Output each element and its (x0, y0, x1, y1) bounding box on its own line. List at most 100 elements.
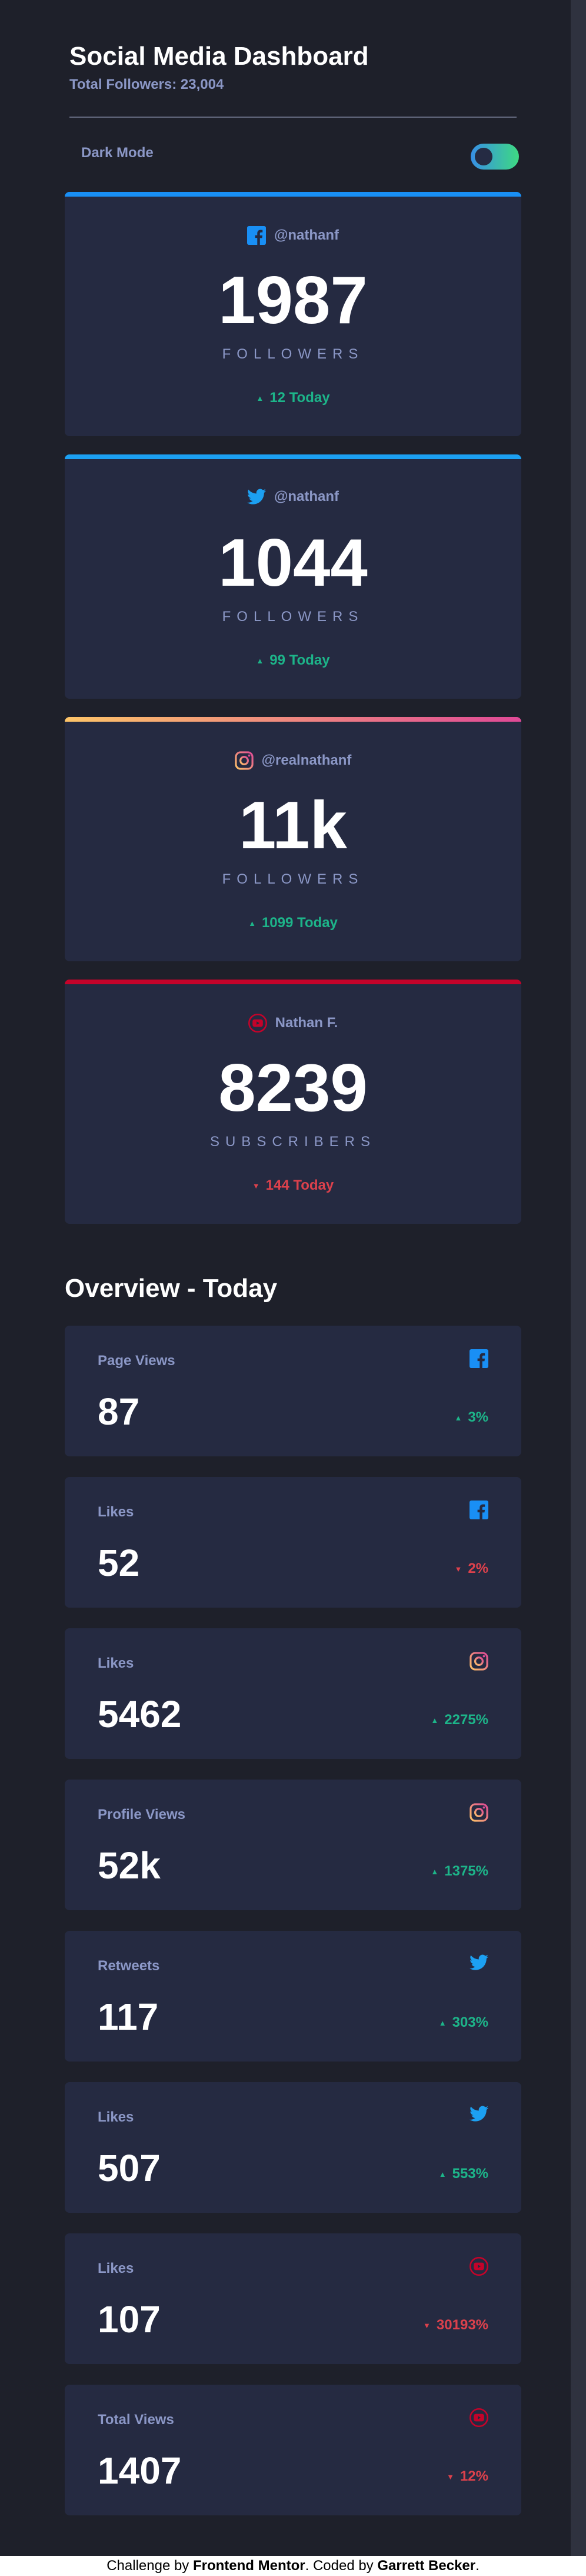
metric-change-text: 1375% (444, 1863, 488, 1879)
metric-label: Likes (98, 2260, 134, 2276)
total-followers: Total Followers: 23,004 (69, 77, 224, 92)
metric-label: Likes (98, 1655, 134, 1671)
footer-prefix: Challenge by (106, 2558, 193, 2574)
handle-text: @nathanf (274, 489, 339, 504)
metric-change: ▲ 553% (439, 2166, 488, 2182)
follower-kind: FOLLOWERS (222, 346, 364, 362)
handle-text: @nathanf (274, 227, 339, 243)
scrollbar-track[interactable] (571, 0, 586, 2556)
follower-card-youtube[interactable]: Nathan F. 8239 SUBSCRIBERS ▼ 144 Today (65, 980, 521, 1224)
card-accent-bar (65, 454, 521, 459)
handle-text: Nathan F. (275, 1015, 338, 1031)
metric-change: ▲ 303% (439, 2014, 488, 2031)
metric-change-text: 553% (452, 2166, 488, 2182)
metric-change-text: 12% (460, 2468, 488, 2484)
divider (69, 117, 517, 118)
arrow-up-icon: ▲ (431, 1716, 439, 1725)
follower-count: 1044 (218, 526, 368, 600)
metric-value: 5462 (98, 1693, 182, 1735)
overview-card-twitter[interactable]: Retweets 117 ▲ 303% (65, 1931, 521, 2062)
metric-label: Profile Views (98, 1807, 185, 1823)
metric-label: Retweets (98, 1958, 160, 1974)
metric-change: ▲ 3% (454, 1409, 488, 1426)
overview-card-youtube[interactable]: Total Views 1407 ▼ 12% (65, 2385, 521, 2515)
facebook-icon (470, 1349, 488, 1368)
footer-suffix: . (475, 2558, 480, 2574)
follower-count: 1987 (218, 263, 368, 338)
overview-card-twitter[interactable]: Likes 507 ▲ 553% (65, 2082, 521, 2213)
metric-value: 107 (98, 2298, 161, 2341)
dark-mode-toggle[interactable] (471, 144, 519, 170)
metric-label: Page Views (98, 1353, 175, 1369)
overview-card-instagram[interactable]: Likes 5462 ▲ 2275% (65, 1628, 521, 1759)
daily-change: ▲ 99 Today (65, 652, 521, 669)
instagram-icon (234, 751, 254, 770)
frontend-mentor-link[interactable]: Frontend Mentor (193, 2558, 305, 2574)
overview-card-facebook[interactable]: Page Views 87 ▲ 3% (65, 1326, 521, 1456)
daily-change-text: 1099 Today (261, 915, 338, 931)
youtube-icon (470, 2408, 488, 2427)
facebook-icon (247, 226, 266, 245)
follower-kind: SUBSCRIBERS (209, 1134, 377, 1150)
metric-change: ▼ 30193% (423, 2317, 488, 2333)
metric-value: 117 (98, 1996, 159, 2038)
daily-change: ▲ 12 Today (65, 390, 521, 406)
metric-value: 52k (98, 1844, 161, 1887)
metric-change: ▲ 2275% (431, 1712, 488, 1728)
follower-card-twitter[interactable]: @nathanf 1044 FOLLOWERS ▲ 99 Today (65, 454, 521, 699)
author-link[interactable]: Garrett Becker (377, 2558, 475, 2574)
arrow-up-icon: ▲ (256, 394, 264, 403)
footer-middle: . Coded by (305, 2558, 378, 2574)
metric-value: 52 (98, 1542, 140, 1584)
arrow-up-icon: ▲ (256, 656, 264, 666)
header: Social Media Dashboard Total Followers: … (69, 41, 517, 93)
metric-value: 87 (98, 1390, 140, 1433)
arrow-up-icon: ▲ (454, 1413, 462, 1423)
handle-text: @realnathanf (261, 752, 352, 768)
overview-title: Overview - Today (65, 1274, 278, 1303)
metric-value: 1407 (98, 2449, 182, 2492)
follower-count: 8239 (218, 1051, 368, 1126)
metric-label: Likes (98, 2109, 134, 2125)
dashboard-page: Social Media Dashboard Total Followers: … (0, 0, 571, 2556)
twitter-icon (470, 1954, 488, 1971)
instagram-icon (470, 1803, 488, 1822)
dark-mode-label: Dark Mode (81, 145, 154, 161)
overview-card-instagram[interactable]: Profile Views 52k ▲ 1375% (65, 1780, 521, 1910)
metric-change-text: 30193% (436, 2317, 488, 2333)
daily-change-text: 99 Today (269, 652, 330, 668)
attribution-footer: Challenge by Frontend Mentor. Coded by G… (0, 2556, 586, 2576)
arrow-down-icon: ▼ (447, 2472, 454, 2482)
overview-card-youtube[interactable]: Likes 107 ▼ 30193% (65, 2233, 521, 2364)
metric-change-text: 2275% (444, 1712, 488, 1728)
twitter-icon (470, 2106, 488, 2122)
arrow-down-icon: ▼ (252, 1181, 260, 1191)
metric-change-text: 2% (468, 1561, 488, 1576)
card-accent-bar (65, 980, 521, 984)
metric-label: Total Views (98, 2412, 174, 2428)
overview-card-facebook[interactable]: Likes 52 ▼ 2% (65, 1477, 521, 1608)
toggle-knob (475, 148, 492, 165)
youtube-icon (470, 2257, 488, 2276)
daily-change: ▲ 1099 Today (65, 915, 521, 931)
instagram-icon (470, 1652, 488, 1671)
follower-card-instagram[interactable]: @realnathanf 11k FOLLOWERS ▲ 1099 Today (65, 717, 521, 961)
daily-change: ▼ 144 Today (65, 1177, 521, 1194)
metric-change: ▲ 1375% (431, 1863, 488, 1880)
metric-label: Likes (98, 1504, 134, 1520)
daily-change-text: 144 Today (265, 1177, 334, 1193)
card-handle: @nathanf (65, 226, 521, 245)
metric-change-text: 3% (468, 1409, 488, 1425)
arrow-down-icon: ▼ (454, 1565, 462, 1574)
follower-card-facebook[interactable]: @nathanf 1987 FOLLOWERS ▲ 12 Today (65, 192, 521, 436)
page-title: Social Media Dashboard (69, 42, 369, 71)
twitter-icon (247, 489, 266, 505)
card-handle: Nathan F. (65, 1014, 521, 1033)
follower-kind: FOLLOWERS (222, 871, 364, 887)
follower-kind: FOLLOWERS (222, 609, 364, 625)
metric-change: ▼ 12% (447, 2468, 488, 2485)
metric-change: ▼ 2% (454, 1561, 488, 1577)
daily-change-text: 12 Today (269, 390, 330, 406)
facebook-icon (470, 1501, 488, 1519)
arrow-up-icon: ▲ (431, 1867, 439, 1877)
